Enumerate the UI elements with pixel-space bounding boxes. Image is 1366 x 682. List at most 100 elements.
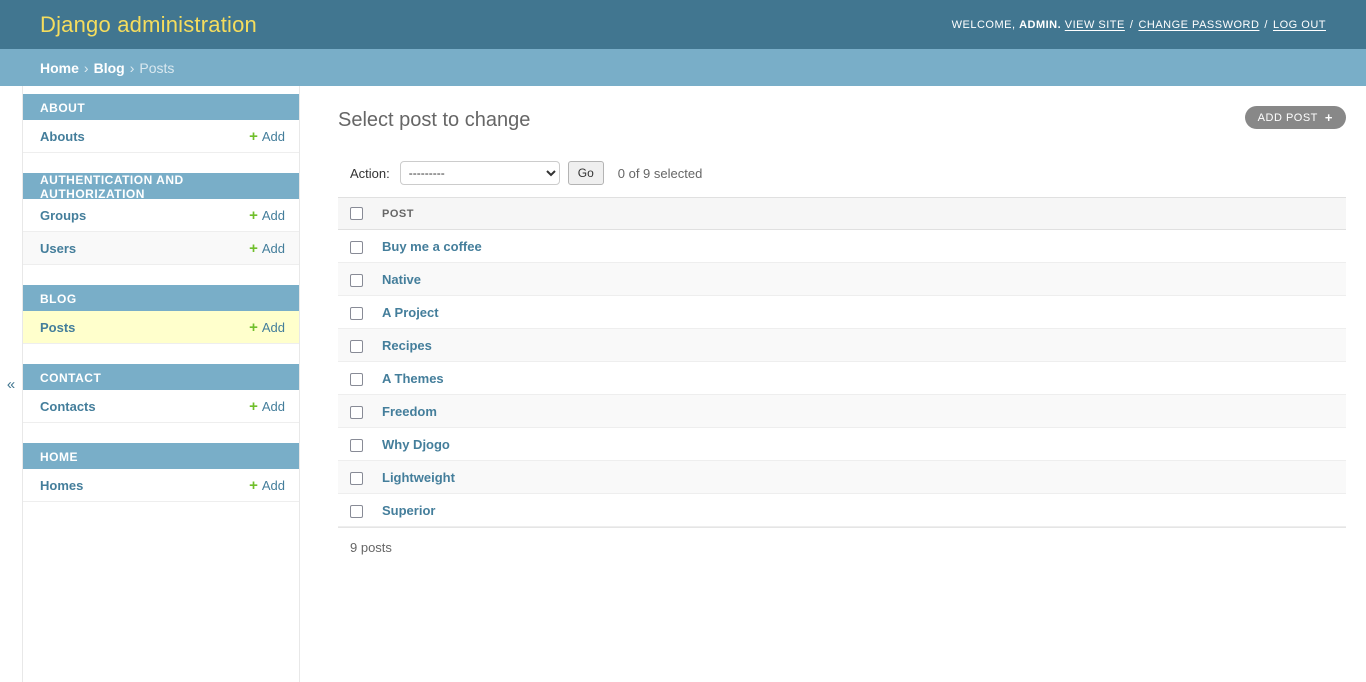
app-caption: HOME [23, 443, 299, 469]
breadcrumb-current: Posts [139, 59, 175, 76]
log-out-link[interactable]: LOG OUT [1273, 19, 1326, 31]
object-tools: ADD POST + [1244, 106, 1346, 129]
sidebar-item-label[interactable]: Abouts [40, 129, 85, 144]
row-select-checkbox[interactable] [350, 405, 363, 419]
row-select-checkbox[interactable] [350, 339, 363, 353]
add-homes-link[interactable]: + Add [249, 478, 285, 493]
admin-header: Django administration WELCOME, ADMIN. VI… [0, 0, 1366, 49]
sidebar-item-groups[interactable]: Groups + Add [23, 199, 299, 232]
results-table: POST Buy me a coffee Native A Project Recip… [338, 197, 1346, 527]
app-caption: BLOG [23, 285, 299, 311]
row-select-checkbox[interactable] [350, 273, 363, 287]
table-row: Native [338, 262, 1346, 296]
post-link[interactable]: Recipes [382, 338, 432, 353]
sidebar-item-label[interactable]: Contacts [40, 399, 96, 414]
plus-icon: + [249, 127, 258, 145]
row-checkbox-cell [338, 229, 372, 263]
change-password-link[interactable]: CHANGE PASSWORD [1138, 19, 1259, 31]
plus-icon: + [249, 397, 258, 415]
page-container: « ABOUT Abouts + Add AUTHENTICATION AND AUTH… [0, 86, 1366, 682]
post-link[interactable]: Freedom [382, 404, 437, 419]
breadcrumb-home[interactable]: Home [40, 60, 79, 76]
user-tools-separator-2: / [1264, 18, 1268, 31]
add-link-label: Add [261, 240, 285, 256]
row-checkbox-cell [338, 262, 372, 296]
post-title-cell: Lightweight [372, 460, 1346, 494]
app-module: AUTHENTICATION AND AUTHORIZATION Groups + A… [23, 173, 299, 265]
plus-icon: + [249, 318, 258, 336]
sidebar-item-contacts[interactable]: Contacts + Add [23, 390, 299, 423]
row-checkbox-cell [338, 328, 372, 362]
plus-icon: + [249, 206, 258, 224]
app-module: ABOUT Abouts + Add [23, 94, 299, 153]
sidebar-item-abouts[interactable]: Abouts + Add [23, 120, 299, 153]
post-link[interactable]: Native [382, 272, 421, 287]
action-select[interactable]: ---------Delete selected posts [399, 161, 560, 185]
post-link[interactable]: Superior [382, 503, 435, 518]
column-header-post[interactable]: POST [372, 197, 1346, 230]
action-label: Action: [350, 165, 390, 181]
sidebar-item-label[interactable]: Homes [40, 478, 83, 493]
row-select-checkbox[interactable] [350, 438, 363, 452]
results-table-body: Buy me a coffee Native A Project Recipes A T… [338, 229, 1346, 527]
row-select-checkbox[interactable] [350, 240, 363, 254]
add-abouts-link[interactable]: + Add [249, 129, 285, 144]
toggle-sidebar-button[interactable]: « [0, 86, 23, 682]
add-post-button[interactable]: ADD POST + [1244, 106, 1346, 129]
actions-bar: Action: ---------Delete selected posts G… [338, 158, 1346, 197]
add-link-label: Add [261, 477, 285, 493]
sidebar-item-posts[interactable]: Posts + Add [23, 311, 299, 344]
row-select-checkbox[interactable] [350, 306, 363, 320]
post-title-cell: A Themes [372, 361, 1346, 395]
sidebar-item-label[interactable]: Groups [40, 208, 86, 223]
sidebar-item-homes[interactable]: Homes + Add [23, 469, 299, 502]
sidebar-item-label[interactable]: Posts [40, 320, 75, 335]
page-title: Select post to change [338, 109, 531, 131]
add-posts-link[interactable]: + Add [249, 320, 285, 335]
user-tools-separator-1: / [1129, 18, 1134, 31]
plus-icon: + [249, 476, 258, 494]
sidebar-item-users[interactable]: Users + Add [23, 232, 299, 265]
sidebar-item-label[interactable]: Users [40, 241, 76, 256]
result-count: 9 posts [338, 527, 1346, 555]
row-select-checkbox[interactable] [350, 471, 363, 485]
chevron-double-left-icon: « [6, 375, 16, 393]
table-row: Lightweight [338, 460, 1346, 494]
post-link[interactable]: Why Djogo [382, 437, 450, 452]
table-row: A Project [338, 295, 1346, 329]
post-link[interactable]: Buy me a coffee [382, 239, 482, 254]
app-caption: AUTHENTICATION AND AUTHORIZATION [23, 173, 299, 201]
action-counter: 0 of 9 selected [617, 165, 703, 181]
add-users-link[interactable]: + Add [249, 241, 285, 256]
post-link[interactable]: A Project [382, 305, 439, 320]
post-title-cell: Native [372, 262, 1346, 296]
table-row: Why Djogo [338, 427, 1346, 461]
row-select-checkbox[interactable] [350, 504, 363, 518]
add-contacts-link[interactable]: + Add [249, 399, 285, 414]
row-checkbox-cell [338, 427, 372, 461]
row-checkbox-cell [338, 493, 372, 527]
view-site-link[interactable]: VIEW SITE [1065, 19, 1125, 31]
results-header-row: POST [338, 197, 1346, 230]
post-link[interactable]: Lightweight [382, 470, 455, 485]
app-caption: CONTACT [23, 364, 299, 390]
app-module: CONTACT Contacts + Add [23, 364, 299, 423]
add-groups-link[interactable]: + Add [249, 208, 285, 223]
post-title-cell: Recipes [372, 328, 1346, 362]
post-title-cell: A Project [372, 295, 1346, 329]
plus-icon: + [1324, 110, 1333, 125]
table-row: Recipes [338, 328, 1346, 362]
add-link-label: Add [261, 128, 285, 144]
breadcrumb-blog[interactable]: Blog [94, 60, 125, 76]
go-button[interactable]: Go [567, 161, 604, 185]
select-all-header [338, 197, 372, 230]
post-title-cell: Why Djogo [372, 427, 1346, 461]
row-select-checkbox[interactable] [350, 372, 363, 386]
row-checkbox-cell [338, 295, 372, 329]
plus-icon: + [249, 239, 258, 257]
main-content: Select post to change ADD POST + Action:… [300, 86, 1366, 682]
welcome-text: WELCOME, [951, 18, 1016, 31]
select-all-checkbox[interactable] [350, 207, 363, 220]
add-post-label: ADD POST [1257, 111, 1318, 124]
post-link[interactable]: A Themes [382, 371, 444, 386]
